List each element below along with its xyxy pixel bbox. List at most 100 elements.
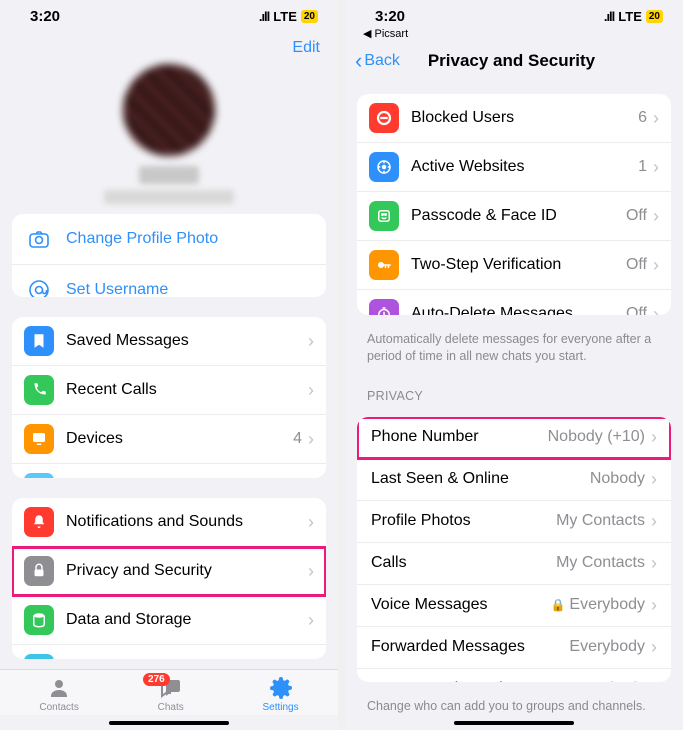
groups-channels-row[interactable]: Groups & ChannelsEverybody› bbox=[357, 669, 671, 682]
chevron-right-icon: › bbox=[653, 206, 659, 227]
row-icon bbox=[24, 654, 54, 659]
row-value: Off bbox=[626, 256, 647, 274]
edit-button[interactable]: Edit bbox=[292, 39, 320, 57]
row-icon bbox=[369, 103, 399, 133]
row-label: Phone Number bbox=[371, 428, 548, 446]
battery-icon: 20 bbox=[301, 10, 318, 23]
change-photo-row[interactable]: Change Profile Photo bbox=[12, 214, 326, 265]
status-right: .ıll LTE 20 bbox=[259, 9, 318, 24]
status-bar: 3:20 .ıll LTE 20 bbox=[0, 0, 338, 29]
home-indicator[interactable] bbox=[454, 721, 574, 725]
row-value: Everybody bbox=[569, 638, 645, 656]
security-group: Blocked Users6›Active Websites1›Passcode… bbox=[357, 94, 671, 315]
auto-delete-messages-row[interactable]: Auto-Delete MessagesOff› bbox=[357, 290, 671, 315]
row-icon bbox=[24, 326, 54, 356]
status-time: 3:20 bbox=[30, 8, 60, 25]
privacy-section-header: PRIVACY bbox=[345, 365, 683, 407]
tab-contacts-label: Contacts bbox=[39, 702, 78, 713]
settings-group-1: Saved Messages›Recent Calls› Devices4 › Cha… bbox=[12, 317, 326, 478]
blocked-users-row[interactable]: Blocked Users6› bbox=[357, 94, 671, 143]
settings-group-2: Notifications and Sounds›Privacy and Sec… bbox=[12, 498, 326, 659]
home-indicator[interactable] bbox=[109, 721, 229, 725]
row-value: 4 bbox=[293, 430, 302, 448]
row-icon bbox=[369, 152, 399, 182]
privacy-group: Phone NumberNobody (+10)›Last Seen & Onl… bbox=[357, 417, 671, 682]
chevron-right-icon: › bbox=[653, 304, 659, 315]
row-label: Calls bbox=[371, 554, 556, 572]
last-seen-online-row[interactable]: Last Seen & OnlineNobody › bbox=[357, 459, 671, 501]
two-step-verification-row[interactable]: Two-Step VerificationOff› bbox=[357, 241, 671, 290]
row-label: Two-Step Verification bbox=[411, 256, 626, 274]
active-websites-row[interactable]: Active Websites1› bbox=[357, 143, 671, 192]
phone-number-row[interactable]: Phone NumberNobody (+10)› bbox=[357, 417, 671, 459]
devices-row[interactable]: Devices4 › bbox=[12, 415, 326, 464]
row-label: Voice Messages bbox=[371, 596, 550, 614]
chevron-right-icon: › bbox=[308, 429, 314, 450]
row-label: Forwarded Messages bbox=[371, 638, 569, 656]
row-label: Last Seen & Online bbox=[371, 470, 590, 488]
status-time: 3:20 bbox=[375, 8, 405, 25]
profile-photos-row[interactable]: Profile PhotosMy Contacts› bbox=[357, 501, 671, 543]
row-value: 1 bbox=[638, 158, 647, 176]
chevron-right-icon: › bbox=[651, 637, 657, 658]
avatar[interactable] bbox=[123, 64, 215, 156]
chevron-right-icon: › bbox=[653, 108, 659, 129]
tab-settings[interactable]: Settings bbox=[262, 676, 298, 713]
chat-folders-row[interactable]: Chat Folders› bbox=[12, 464, 326, 478]
chevron-right-icon: › bbox=[653, 157, 659, 178]
recent-calls-row[interactable]: Recent Calls› bbox=[12, 366, 326, 415]
chevron-right-icon: › bbox=[308, 331, 314, 352]
forwarded-messages-row[interactable]: Forwarded MessagesEverybody › bbox=[357, 627, 671, 669]
battery-icon: 20 bbox=[646, 10, 663, 23]
row-label: Data and Storage bbox=[66, 611, 308, 629]
notifications-and-sounds-row[interactable]: Notifications and Sounds› bbox=[12, 498, 326, 547]
row-icon bbox=[24, 424, 54, 454]
status-right: .ıll LTE 20 bbox=[604, 9, 663, 24]
row-value: 6 bbox=[638, 109, 647, 127]
calls-row[interactable]: CallsMy Contacts› bbox=[357, 543, 671, 585]
back-to-app[interactable]: ◀ Picsart bbox=[345, 27, 683, 40]
at-icon bbox=[24, 275, 54, 297]
data-and-storage-row[interactable]: Data and Storage› bbox=[12, 596, 326, 645]
row-value: Nobody (+10) bbox=[548, 428, 645, 446]
row-icon bbox=[369, 299, 399, 315]
chevron-right-icon: › bbox=[651, 469, 657, 490]
row-label: Auto-Delete Messages bbox=[411, 305, 626, 315]
chevron-right-icon: › bbox=[651, 511, 657, 532]
chevron-right-icon: › bbox=[651, 553, 657, 574]
lock-icon: 🔒 bbox=[550, 598, 565, 612]
nav-header: ‹ Back Privacy and Security bbox=[345, 40, 683, 84]
row-value: Nobody bbox=[590, 470, 645, 488]
tab-contacts[interactable]: Contacts bbox=[39, 676, 78, 713]
row-icon bbox=[369, 250, 399, 280]
privacy-and-security-row[interactable]: Privacy and Security› bbox=[12, 547, 326, 596]
chats-badge: 276 bbox=[143, 673, 170, 686]
signal-icon: .ıll bbox=[259, 9, 269, 24]
chevron-right-icon: › bbox=[308, 380, 314, 401]
privacy-footer: Change who can add you to groups and cha… bbox=[345, 692, 683, 715]
row-label: Privacy and Security bbox=[66, 562, 308, 580]
settings-header: Edit bbox=[0, 29, 338, 68]
row-label: Devices bbox=[66, 430, 293, 448]
set-username-label: Set Username bbox=[66, 281, 314, 297]
status-bar: 3:20 .ıll LTE 20 bbox=[345, 0, 683, 29]
saved-messages-row[interactable]: Saved Messages› bbox=[12, 317, 326, 366]
row-icon bbox=[24, 473, 54, 478]
network-label: LTE bbox=[273, 9, 297, 24]
camera-icon bbox=[24, 224, 54, 254]
tab-bar: Contacts 276 Chats Settings bbox=[0, 669, 338, 715]
passcode-face-id-row[interactable]: Passcode & Face IDOff › bbox=[357, 192, 671, 241]
row-icon bbox=[24, 556, 54, 586]
set-username-row[interactable]: Set Username bbox=[12, 265, 326, 297]
row-value: My Contacts bbox=[556, 512, 645, 530]
tab-chats-label: Chats bbox=[158, 702, 184, 713]
row-icon bbox=[24, 605, 54, 635]
row-label: Notifications and Sounds bbox=[66, 513, 308, 531]
row-label: Passcode & Face ID bbox=[411, 207, 626, 225]
voice-messages-row[interactable]: Voice Messages🔒Everybody› bbox=[357, 585, 671, 627]
tab-chats[interactable]: 276 Chats bbox=[158, 676, 184, 713]
appearance-row[interactable]: Appearance› bbox=[12, 645, 326, 659]
row-value: Everybody bbox=[569, 596, 645, 614]
page-title: Privacy and Security bbox=[350, 51, 673, 71]
row-value: Off bbox=[626, 207, 647, 225]
